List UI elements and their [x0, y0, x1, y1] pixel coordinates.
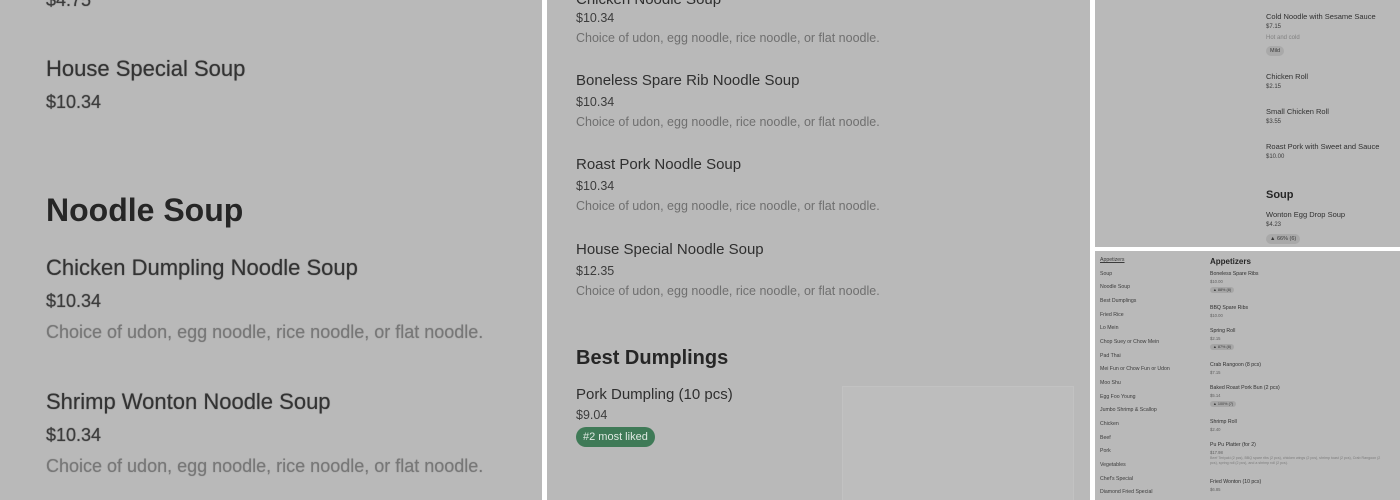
menu-item-name[interactable]: House Special Noodle Soup: [576, 241, 764, 258]
item-description: Choice of udon, egg noodle, rice noodle,…: [46, 322, 484, 342]
item-price: $3.55: [1266, 119, 1282, 125]
rating-text: 88% (8): [1217, 288, 1232, 292]
nav-item-vegetables[interactable]: Vegetables: [1100, 462, 1126, 468]
menu-item-name[interactable]: Shrimp Roll: [1210, 419, 1237, 425]
nav-item-chop-suey[interactable]: Chop Suey or Chow Mein: [1100, 339, 1159, 345]
item-price: $2.40: [1210, 427, 1221, 432]
menu-item-name[interactable]: Chicken Noodle Soup: [576, 0, 721, 8]
menu-item-name[interactable]: Small Chicken Roll: [1266, 107, 1329, 116]
thumbs-up-icon: ▲: [1270, 236, 1276, 242]
thumbs-up-icon: ▲: [1213, 402, 1217, 406]
item-price: $9.04: [576, 408, 608, 422]
item-price: $10.34: [46, 92, 102, 112]
menu-item-name[interactable]: Roast Pork with Sweet and Sauce: [1266, 142, 1379, 151]
rating-badge: ▲ 88% (8): [1210, 287, 1235, 293]
section-title: Soup: [1266, 189, 1294, 201]
item-price: $12.35: [576, 264, 615, 278]
item-price: $10.34: [576, 179, 615, 193]
item-price: $4.75: [46, 0, 92, 10]
menu-item-name[interactable]: Baked Roast Pork Bun (2 pcs): [1210, 385, 1280, 391]
menu-panel-middle: Chicken Noodle Soup $10.34 Choice of udo…: [547, 0, 1090, 500]
nav-item-pork[interactable]: Pork: [1100, 448, 1111, 454]
item-price: $10.34: [46, 291, 102, 311]
menu-item-name[interactable]: Cold Noodle with Sesame Sauce: [1266, 12, 1376, 21]
nav-item-noodle-soup[interactable]: Noodle Soup: [1100, 284, 1130, 290]
item-description: Choice of udon, egg noodle, rice noodle,…: [576, 199, 880, 213]
zoomed-menu-panel: $4.75 House Special Soup $10.34 Noodle S…: [0, 0, 542, 500]
rating-badge: ▲ 100% (7): [1210, 401, 1237, 407]
thumbs-up-icon: ▲: [1213, 288, 1217, 292]
item-price: $7.15: [1266, 24, 1282, 30]
thumbs-up-icon: ▲: [1213, 345, 1217, 349]
item-description: Choice of udon, egg noodle, rice noodle,…: [46, 456, 484, 476]
item-description: Beef Teriyaki (2 pcs), BBQ spare ribs (2…: [1210, 456, 1381, 465]
nav-item-soup[interactable]: Soup: [1100, 271, 1112, 277]
item-price: $2.15: [1210, 336, 1221, 341]
spice-tag: Mild: [1266, 46, 1285, 56]
nav-item-beef[interactable]: Beef: [1100, 435, 1111, 441]
nav-item-diamond-fried-special[interactable]: Diamond Fried Special: [1100, 489, 1152, 495]
item-price: $10.34: [46, 425, 102, 445]
item-price: $10.34: [576, 95, 615, 109]
nav-item-mei-fun[interactable]: Mei Fun or Chow Fun or Udon: [1100, 366, 1170, 372]
item-description: Hot and cold: [1266, 35, 1300, 41]
nav-item-lo-mein[interactable]: Lo Mein: [1100, 325, 1118, 331]
nav-item-appetizers[interactable]: Appetizers: [1100, 257, 1125, 263]
menu-item-name[interactable]: Chicken Dumpling Noodle Soup: [46, 255, 358, 281]
section-title: Appetizers: [1210, 257, 1251, 266]
item-price: $17.98: [1210, 450, 1223, 455]
item-price: $4.23: [1266, 222, 1282, 228]
item-price: $2.15: [1266, 84, 1282, 90]
menu-item-name[interactable]: Fried Wonton (10 pcs): [1210, 479, 1261, 485]
menu-item-name[interactable]: Spring Roll: [1210, 328, 1235, 334]
menu-panel-overview: Appetizers Soup Noodle Soup Best Dumplin…: [1095, 251, 1400, 500]
item-price: $6.85: [1210, 487, 1221, 492]
nav-item-fried-rice[interactable]: Fried Rice: [1100, 312, 1124, 318]
item-price: $5.14: [1210, 393, 1221, 398]
item-price: $10.00: [1266, 154, 1285, 160]
item-price: $7.15: [1210, 370, 1221, 375]
item-description: Choice of udon, egg noodle, rice noodle,…: [576, 284, 880, 298]
menu-item-name[interactable]: Roast Pork Noodle Soup: [576, 156, 741, 173]
menu-item-name[interactable]: House Special Soup: [46, 56, 245, 82]
menu-item-name[interactable]: Pu Pu Platter (for 2): [1210, 442, 1256, 448]
section-title: Noodle Soup: [46, 192, 244, 228]
rating-badge: ▲ 66% (6): [1266, 234, 1301, 244]
item-description: Choice of udon, egg noodle, rice noodle,…: [576, 115, 880, 129]
nav-item-best-dumplings[interactable]: Best Dumplings: [1100, 298, 1136, 304]
item-price: $10.00: [1210, 279, 1223, 284]
menu-item-name[interactable]: Shrimp Wonton Noodle Soup: [46, 389, 331, 415]
nav-item-pad-thai[interactable]: Pad Thai: [1100, 353, 1121, 359]
item-description: Choice of udon, egg noodle, rice noodle,…: [576, 31, 880, 45]
menu-item-name[interactable]: Boneless Spare Ribs: [1210, 271, 1258, 277]
menu-item-name[interactable]: Wonton Egg Drop Soup: [1266, 210, 1345, 219]
nav-item-chefs-special[interactable]: Chef's Special: [1100, 476, 1133, 482]
menu-panel-small: Cold Noodle with Sesame Sauce $7.15 Hot …: [1095, 0, 1400, 247]
menu-item-name[interactable]: Pork Dumpling (10 pcs): [576, 386, 733, 403]
menu-item-name[interactable]: Boneless Spare Rib Noodle Soup: [576, 72, 799, 89]
menu-item-name[interactable]: Crab Rangoon (8 pcs): [1210, 362, 1261, 368]
item-price: $10.34: [576, 11, 615, 25]
nav-item-jumbo-shrimp[interactable]: Jumbo Shrimp & Scallop: [1100, 407, 1157, 413]
menu-item-name[interactable]: BBQ Spare Ribs: [1210, 305, 1248, 311]
rating-badge: ▲ 87% (8): [1210, 344, 1235, 350]
rating-text: 66% (6): [1276, 236, 1297, 242]
nav-item-chicken[interactable]: Chicken: [1100, 421, 1119, 427]
nav-item-moo-shu[interactable]: Moo Shu: [1100, 380, 1121, 386]
rating-text: 87% (8): [1217, 345, 1232, 349]
item-price: $10.00: [1210, 313, 1223, 318]
section-title: Best Dumplings: [576, 347, 729, 369]
item-image[interactable]: [842, 386, 1074, 500]
menu-item-name[interactable]: Chicken Roll: [1266, 72, 1308, 81]
most-liked-badge: #2 most liked: [576, 427, 655, 447]
nav-item-egg-foo-young[interactable]: Egg Foo Young: [1100, 394, 1135, 400]
rating-text: 100% (7): [1217, 402, 1234, 406]
